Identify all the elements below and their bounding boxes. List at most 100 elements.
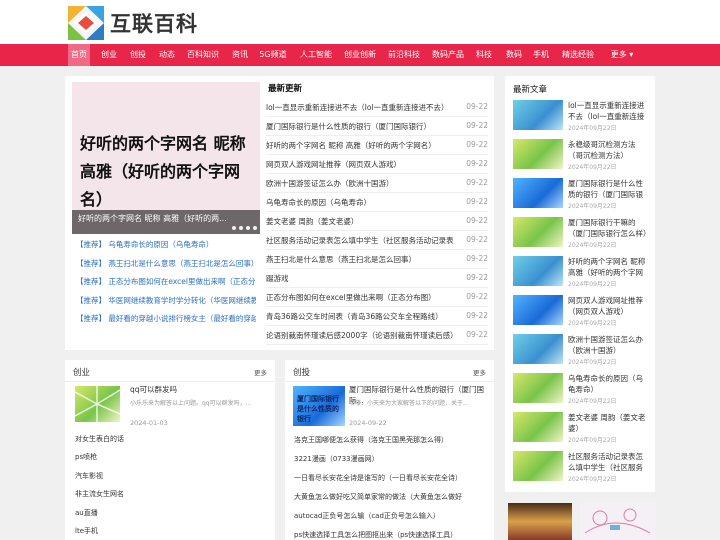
nav-item[interactable]: 百科知识 bbox=[184, 44, 222, 66]
latest-article-item[interactable]: 欧洲十国游签证怎么办（欧洲十国游） 2024年09月22日 bbox=[513, 334, 651, 372]
nav-item[interactable]: 数码产品 bbox=[428, 44, 468, 66]
latest-row-title[interactable]: 网页双人游戏网址推荐（网页双人游戏） bbox=[266, 159, 462, 170]
latest-row[interactable]: 好听的两个字网名 昵称 高雅（好听的两个字网名） 09-22 bbox=[266, 136, 488, 155]
chuangye-feature-thumb[interactable] bbox=[75, 386, 120, 422]
latest-row[interactable]: 正态分布图如何在excel里做出来啊（正态分布图） 09-22 bbox=[266, 288, 488, 307]
recommended-item[interactable]: 【推荐】 燕王扫北是什么意思（燕王扫北是怎么回事） bbox=[76, 258, 256, 272]
latest-article-thumb[interactable] bbox=[513, 334, 563, 364]
latest-row-title[interactable]: 厦门国际银行是什么性质的银行（厦门国际银行） bbox=[266, 121, 462, 132]
chuangtou-list-item[interactable]: 大黄鱼怎么做好吃又简单家常的做法（大黄鱼怎么做好 bbox=[294, 492, 489, 502]
nav-item[interactable]: 首页 bbox=[68, 44, 90, 66]
recommended-item[interactable]: 【推荐】 正态分布图如何在excel里做出来啊（正态分布图） bbox=[76, 276, 256, 290]
recommended-item[interactable]: 【推荐】 乌龟寿命长的原因（乌龟寿命） bbox=[76, 239, 256, 253]
latest-row-title[interactable]: 社区服务活动记录表怎么填中学生（社区服务活动记录表 bbox=[266, 235, 462, 246]
latest-row[interactable]: 姜文老婆 周韵（姜文老婆） 09-22 bbox=[266, 212, 488, 231]
latest-article-title[interactable]: 网页双人游戏网址推荐（网页双人游戏） bbox=[568, 295, 650, 317]
latest-article-thumb[interactable] bbox=[513, 100, 563, 130]
latest-article-title[interactable]: 厦门国际银行干嘛的（厦门国际银行怎么样） bbox=[568, 217, 650, 239]
site-logo-icon[interactable] bbox=[68, 6, 104, 40]
bottom-image-1[interactable] bbox=[508, 503, 572, 540]
latest-article-item[interactable]: 厦门国际银行是什么性质的银行（厦门国际银行） 2024年09月22日 bbox=[513, 178, 651, 216]
nav-item[interactable]: 动态 bbox=[155, 44, 179, 66]
latest-row-title[interactable]: 姜文老婆 周韵（姜文老婆） bbox=[266, 216, 462, 227]
chuangtou-list-item[interactable]: 洛克王国哪便怎么获得（洛克王国黑壳那怎么得） bbox=[294, 435, 489, 445]
latest-article-title[interactable]: 社区服务活动记录表怎么填中学生（社区服务活动记录表） bbox=[568, 451, 650, 473]
latest-article-item[interactable]: lol一直显示重新连接进不去（lol一直重新连接进不去） 2024年09月22日 bbox=[513, 100, 651, 138]
nav-item[interactable]: 创业创新 bbox=[339, 44, 381, 66]
latest-article-thumb[interactable] bbox=[513, 256, 563, 286]
latest-row[interactable]: 欧洲十国游签证怎么办（欧洲十国游） 09-22 bbox=[266, 174, 488, 193]
latest-article-item[interactable]: 社区服务活动记录表怎么填中学生（社区服务活动记录表） 2024年09月22日 bbox=[513, 451, 651, 489]
nav-item[interactable]: 手机 bbox=[530, 44, 552, 66]
slider-dot[interactable] bbox=[246, 226, 250, 230]
latest-row-title[interactable]: lol一直显示重新连接进不去（lol一直重新连接进不去） bbox=[266, 102, 462, 113]
latest-row-title[interactable]: 欧洲十国游签证怎么办（欧洲十国游） bbox=[266, 178, 462, 189]
latest-row-title[interactable]: 论语别裁南怀瑾读后感2000字（论语别裁南怀瑾读后感） bbox=[266, 330, 462, 341]
featured-slider[interactable]: 好听的两个字网名 昵称 高雅（好听的两个字网名） 好听的两个字网名 昵称 高雅（… bbox=[72, 82, 260, 234]
latest-row[interactable]: 乌龟寿命长的原因（乌龟寿命） 09-22 bbox=[266, 193, 488, 212]
latest-article-title[interactable]: 姜文老婆 周韵（姜文老婆） bbox=[568, 412, 650, 434]
nav-item[interactable]: 创业 bbox=[96, 44, 122, 66]
latest-row-title[interactable]: 好听的两个字网名 昵称 高雅（好听的两个字网名） bbox=[266, 140, 462, 151]
latest-article-item[interactable]: 姜文老婆 周韵（姜文老婆） 2024年09月22日 bbox=[513, 412, 651, 450]
latest-article-title[interactable]: 好听的两个字网名 昵称 高雅（好听的两个字网名） bbox=[568, 256, 650, 278]
chuangye-list-item[interactable]: au直播 bbox=[75, 508, 98, 518]
latest-row[interactable]: 燕王扫北是什么意思（燕王扫北是怎么回事） 09-22 bbox=[266, 250, 488, 269]
latest-article-title[interactable]: 乌龟寿命长的原因（乌龟寿命） bbox=[568, 373, 650, 395]
chuangye-list-item[interactable]: 非主流女生网名 bbox=[75, 489, 124, 499]
chuangye-list-item[interactable]: lte手机 bbox=[75, 526, 98, 536]
chuangye-more-link[interactable]: 更多 bbox=[254, 367, 267, 377]
nav-item[interactable]: 更多 ▾ bbox=[608, 44, 636, 66]
latest-article-title[interactable]: 厦门国际银行是什么性质的银行（厦门国际银行） bbox=[568, 178, 650, 200]
bottom-image-2[interactable] bbox=[580, 503, 655, 540]
latest-article-item[interactable]: 好听的两个字网名 昵称 高雅（好听的两个字网名） 2024年09月22日 bbox=[513, 256, 651, 294]
latest-row-title[interactable]: 燕王扫北是什么意思（燕王扫北是怎么回事） bbox=[266, 254, 462, 265]
latest-article-item[interactable]: 永稳级哥沉检测方法（哥沉检测方法） 2024年09月22日 bbox=[513, 139, 651, 177]
site-logo-text[interactable]: 互联百科 bbox=[110, 8, 198, 38]
latest-article-item[interactable]: 乌龟寿命长的原因（乌龟寿命） 2024年09月22日 bbox=[513, 373, 651, 411]
latest-row[interactable]: 青岛36路公交车时间表（青岛36路公交车全程路线） 09-22 bbox=[266, 307, 488, 326]
slider-dot[interactable] bbox=[232, 226, 236, 230]
nav-item[interactable]: 数码 bbox=[502, 44, 526, 66]
latest-row-title[interactable]: 正态分布图如何在excel里做出来啊（正态分布图） bbox=[266, 292, 462, 303]
chuangye-feature-title[interactable]: qq可以群发吗 bbox=[130, 384, 265, 396]
latest-row[interactable]: 厦门国际银行是什么性质的银行（厦门国际银行） 09-22 bbox=[266, 117, 488, 136]
latest-article-thumb[interactable] bbox=[513, 178, 563, 208]
chuangtou-list-item[interactable]: 3221漫画（0733漫画网） bbox=[294, 454, 489, 464]
latest-article-thumb[interactable] bbox=[513, 139, 563, 169]
latest-row[interactable]: 网页双人游戏网址推荐（网页双人游戏） 09-22 bbox=[266, 155, 488, 174]
latest-article-title[interactable]: 欧洲十国游签证怎么办（欧洲十国游） bbox=[568, 334, 650, 356]
chuangye-list-item[interactable]: 对女生表白的话 bbox=[75, 434, 124, 444]
latest-article-thumb[interactable] bbox=[513, 451, 563, 481]
latest-row-title[interactable]: 乌龟寿命长的原因（乌龟寿命） bbox=[266, 197, 462, 208]
nav-item[interactable]: 科技 bbox=[472, 44, 496, 66]
latest-row[interactable]: 论语别裁南怀瑾读后感2000字（论语别裁南怀瑾读后感） 09-22 bbox=[266, 326, 488, 345]
latest-article-thumb[interactable] bbox=[513, 412, 563, 442]
chuangye-list-item[interactable]: ps喷枪 bbox=[75, 452, 97, 462]
nav-item[interactable]: 前沿科技 bbox=[384, 44, 424, 66]
nav-item[interactable]: 精选经验 bbox=[558, 44, 598, 66]
latest-article-thumb[interactable] bbox=[513, 373, 563, 403]
latest-row-title[interactable]: 青岛36路公交车时间表（青岛36路公交车全程路线） bbox=[266, 311, 462, 322]
chuangtou-list-item[interactable]: 一日看尽长安花全诗是谁写的（一日看尽长安花全诗） bbox=[294, 473, 489, 483]
latest-article-item[interactable]: 网页双人游戏网址推荐（网页双人游戏） 2024年09月22日 bbox=[513, 295, 651, 333]
slider-dot[interactable] bbox=[253, 226, 257, 230]
latest-article-title[interactable]: lol一直显示重新连接进不去（lol一直重新连接进不去） bbox=[568, 100, 650, 122]
latest-row[interactable]: lol一直显示重新连接进不去（lol一直重新连接进不去） 09-22 bbox=[266, 98, 488, 117]
latest-article-item[interactable]: 厦门国际银行干嘛的（厦门国际银行怎么样） 2024年09月22日 bbox=[513, 217, 651, 255]
chuangtou-more-link[interactable]: 更多 bbox=[473, 367, 486, 377]
slider-dot[interactable] bbox=[239, 226, 243, 230]
nav-item[interactable]: 创投 bbox=[126, 44, 150, 66]
chuangtou-list-item[interactable]: autocad正负号怎么输（cad正负号怎么输入） bbox=[294, 511, 489, 521]
latest-row-title[interactable]: 蹑游戏 bbox=[266, 273, 462, 284]
latest-article-title[interactable]: 永稳级哥沉检测方法（哥沉检测方法） bbox=[568, 139, 650, 161]
recommended-item[interactable]: 【推荐】 华医网继续教育学时学分转化（华医网继续教育） bbox=[76, 295, 256, 309]
latest-row[interactable]: 社区服务活动记录表怎么填中学生（社区服务活动记录表 09-22 bbox=[266, 231, 488, 250]
latest-article-thumb[interactable] bbox=[513, 217, 563, 247]
chuangtou-list-item[interactable]: ps快速选择工具怎么把图抠出来（ps快速选择工具） bbox=[294, 530, 489, 540]
nav-item[interactable]: 人工智能 bbox=[295, 44, 337, 66]
recommended-item[interactable]: 【推荐】 最好看的穿越小说排行榜女主（最好看的穿越小... bbox=[76, 313, 256, 327]
chuangye-list-item[interactable]: 汽车影视 bbox=[75, 471, 103, 481]
nav-item[interactable]: 5G频道 bbox=[256, 44, 290, 66]
nav-item[interactable]: 资讯 bbox=[226, 44, 254, 66]
